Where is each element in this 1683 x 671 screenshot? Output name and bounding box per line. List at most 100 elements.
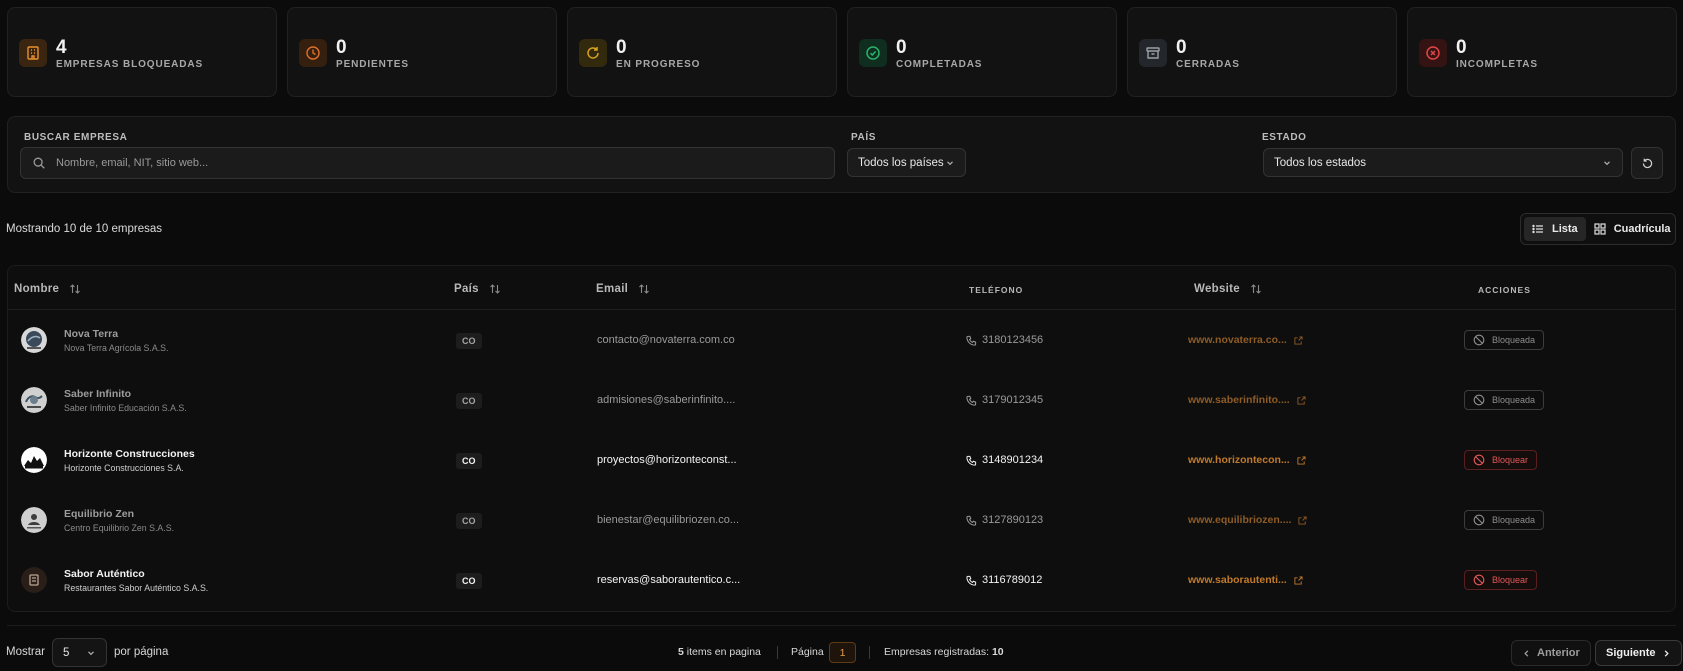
company-website-link[interactable]: www.saborautenti... (1188, 574, 1303, 586)
current-page[interactable]: 1 (829, 642, 856, 663)
previous-page-button[interactable]: Anterior (1511, 640, 1591, 666)
header-phone: TELÉFONO (969, 285, 1024, 295)
footer-divider (7, 625, 1676, 626)
archive-icon (1139, 39, 1167, 67)
ban-icon (1473, 574, 1485, 586)
search-box[interactable] (20, 147, 835, 179)
company-phone-number: 3179012345 (982, 394, 1044, 406)
table-row: Nova Terra Nova Terra Agrícola S.A.S. CO… (8, 310, 1675, 370)
page-label: Página (791, 646, 824, 658)
show-label: Mostrar (6, 646, 45, 658)
action-label: Bloqueada (1492, 335, 1536, 345)
company-email: bienestar@equilibriozen.co... (597, 514, 740, 526)
company-phone-number: 3127890123 (982, 514, 1044, 526)
items-label: items en pagina (686, 646, 761, 658)
previous-page-label: Anterior (1537, 647, 1580, 659)
company-name: Equilibrio Zen (64, 508, 134, 520)
clock-icon (299, 39, 327, 67)
status-label: ESTADO (1262, 132, 1307, 143)
sort-icon (70, 284, 81, 294)
next-page-button[interactable]: Siguiente (1595, 640, 1682, 666)
country-badge: CO (456, 573, 482, 589)
company-phone: 3179012345 (966, 394, 1043, 406)
company-phone-number: 3148901234 (982, 454, 1044, 466)
blocked-status-button[interactable]: Bloqueada (1464, 330, 1545, 350)
company-legal-name: Restaurantes Sabor Auténtico S.A.S. (64, 583, 209, 593)
company-phone: 3116789012 (966, 574, 1042, 586)
company-website-url: www.horizontecon... (1188, 454, 1290, 466)
stat-card-blocked: 4 EMPRESAS BLOQUEADAS (7, 7, 277, 97)
company-phone: 3127890123 (966, 514, 1043, 526)
company-email: proyectos@horizonteconst... (597, 454, 737, 466)
company-legal-name: Centro Equilibrio Zen S.A.S. (64, 523, 175, 533)
stat-value: 0 (336, 37, 347, 58)
company-website-link[interactable]: www.saberinfinito.... (1188, 394, 1306, 406)
search-label: BUSCAR EMPRESA (24, 132, 128, 143)
action-label: Bloquear (1492, 455, 1529, 465)
external-link-icon (1297, 455, 1306, 465)
items-info: 5 items en pagina (678, 646, 761, 658)
check-circle-icon (859, 39, 887, 67)
header-country[interactable]: País (454, 283, 501, 295)
company-phone-number: 3116789012 (982, 574, 1043, 586)
x-circle-icon (1419, 39, 1447, 67)
table-header: Nombre País Email TELÉFONO Website ACCIO… (8, 266, 1675, 310)
company-name: Horizonte Construcciones (64, 448, 195, 460)
stat-card-closed: 0 CERRADAS (1127, 7, 1397, 97)
header-actions: ACCIONES (1478, 285, 1531, 295)
chevron-right-icon (1664, 649, 1669, 657)
header-website[interactable]: Website (1194, 283, 1262, 295)
list-icon (1532, 224, 1543, 234)
stat-card-in-progress: 0 EN PROGRESO (567, 7, 837, 97)
chevron-left-icon (1524, 649, 1529, 657)
company-name: Nova Terra (64, 328, 119, 340)
search-input[interactable] (56, 157, 816, 169)
ban-icon (1473, 334, 1485, 346)
company-avatar (21, 387, 47, 413)
stat-value: 0 (616, 37, 627, 58)
block-button[interactable]: Bloquear (1464, 570, 1538, 590)
blocked-status-button[interactable]: Bloqueada (1464, 390, 1545, 410)
header-name[interactable]: Nombre (14, 283, 81, 295)
per-page-value: 5 (63, 646, 70, 659)
company-email: reservas@saborautentico.c... (597, 574, 741, 586)
country-badge: CO (456, 393, 482, 409)
company-name: Saber Infinito (64, 388, 132, 400)
status-select[interactable]: Todos los estados (1263, 148, 1623, 177)
ban-icon (1473, 514, 1485, 526)
external-link-icon (1294, 335, 1303, 345)
reset-filters-button[interactable] (1631, 147, 1663, 179)
company-email: admisiones@saberinfinito.... (597, 394, 736, 406)
view-grid-button[interactable]: Cuadrícula (1586, 217, 1679, 241)
stats-bar: 4 EMPRESAS BLOQUEADAS 0 PENDIENTES 0 EN … (7, 7, 1677, 97)
stat-label: EN PROGRESO (616, 59, 701, 70)
company-avatar (21, 447, 47, 473)
building-icon (19, 39, 47, 67)
block-button[interactable]: Bloquear (1464, 450, 1538, 470)
per-page-select[interactable]: 5 (52, 638, 107, 667)
blocked-status-button[interactable]: Bloqueada (1464, 510, 1545, 530)
company-phone-number: 3180123456 (982, 334, 1044, 346)
company-phone: 3180123456 (966, 334, 1043, 346)
action-label: Bloqueada (1492, 395, 1536, 405)
external-link-icon (1298, 515, 1308, 525)
stat-label: INCOMPLETAS (1456, 59, 1538, 70)
chevron-down-icon (88, 650, 94, 655)
company-website-link[interactable]: www.novaterra.co... (1188, 334, 1303, 346)
company-email: contacto@novaterra.com.co (597, 334, 735, 346)
view-list-button[interactable]: Lista (1524, 217, 1586, 241)
phone-icon (966, 455, 977, 466)
items-count: 5 (678, 646, 684, 658)
table-row: Equilibrio Zen Centro Equilibrio Zen S.A… (8, 490, 1675, 550)
stat-label: CERRADAS (1176, 59, 1240, 70)
company-name: Sabor Auténtico (64, 568, 145, 580)
country-select[interactable]: Todos los países (847, 148, 966, 177)
header-email[interactable]: Email (596, 283, 650, 295)
company-website-link[interactable]: www.equilibriozen.... (1188, 514, 1308, 526)
registered-count: 10 (991, 646, 1004, 658)
chevron-down-icon (947, 160, 953, 165)
stat-label: PENDIENTES (336, 59, 409, 70)
stat-card-completed: 0 COMPLETADAS (847, 7, 1117, 97)
company-website-link[interactable]: www.horizontecon... (1188, 454, 1306, 466)
stat-value: 0 (1456, 37, 1467, 58)
